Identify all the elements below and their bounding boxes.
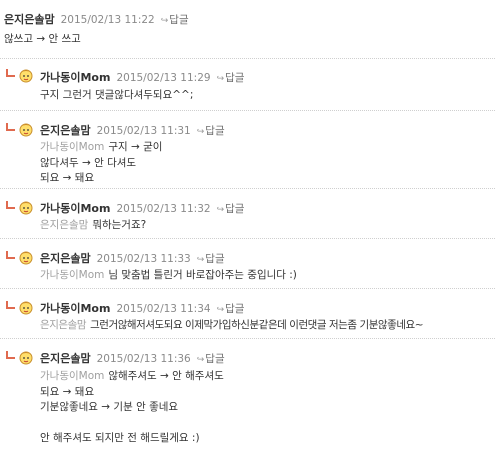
author-name[interactable]: 가나동이Mom xyxy=(40,202,110,215)
mention-tag[interactable]: 은지은솔맘 xyxy=(40,319,87,331)
author-name[interactable]: 은지은솔맘 xyxy=(40,124,91,137)
comment-header: 가나동이Mom 2015/02/13 11:29 ↪답글 xyxy=(40,70,244,86)
avatar-icon xyxy=(19,201,33,215)
author-name[interactable]: 은지은솔맘 xyxy=(4,13,55,26)
comment-body: 가나동이Mom 구지 → 굳이 않다셔두 → 안 다셔도 되요 → 돼요 xyxy=(40,141,163,184)
comment-date: 2015/02/13 11:31 xyxy=(96,125,191,137)
reply-button[interactable]: ↪답글 xyxy=(197,125,225,137)
mention-tag[interactable]: 가나동이Mom xyxy=(40,141,104,153)
comment-item: 가나동이Mom 2015/02/13 11:32 ↪답글 은지은솔맘 뭐하는거죠? xyxy=(0,188,495,238)
comment-date: 2015/02/13 11:34 xyxy=(116,303,211,315)
comment-item: 은지은솔맘 2015/02/13 11:31 ↪답글 가나동이Mom 구지 → 굳이 … xyxy=(0,110,495,188)
comment-item: 가나동이Mom 2015/02/13 11:29 ↪답글 구지 그런거 댓글않다셔두… xyxy=(0,58,495,110)
comment-header: 가나동이Mom 2015/02/13 11:32 ↪답글 xyxy=(40,201,244,217)
reply-button[interactable]: ↪답글 xyxy=(197,353,225,365)
mention-tag[interactable]: 가나동이Mom xyxy=(40,269,104,281)
comment-date: 2015/02/13 11:32 xyxy=(116,203,211,215)
comment-date: 2015/02/13 11:22 xyxy=(60,14,155,26)
reply-arrow-icon: ↪ xyxy=(216,74,225,84)
comment-body: 가나동이Mom 않해주셔도 → 안 해주셔도 되요 → 돼요 기분않좋네요 → 기… xyxy=(40,370,224,444)
reply-arrow-icon: ↪ xyxy=(216,305,225,315)
reply-indent-icon xyxy=(6,351,15,359)
reply-arrow-icon: ↪ xyxy=(196,127,205,137)
reply-arrow-icon: ↪ xyxy=(196,255,205,265)
comment-item: 은지은솔맘 2015/02/13 11:36 ↪답글 가나동이Mom 않해주셔도 → … xyxy=(0,338,495,463)
comment-item: 은지은솔맘 2015/02/13 11:22 ↪답글 않쓰고 → 안 쓰고 xyxy=(0,0,495,58)
reply-arrow-icon: ↪ xyxy=(196,355,205,365)
comment-item: 은지은솔맘 2015/02/13 11:33 ↪답글 가나동이Mom 님 맞춤법 틀린… xyxy=(0,238,495,288)
comment-header: 은지은솔맘 2015/02/13 11:31 ↪답글 xyxy=(40,123,225,139)
comment-header: 가나동이Mom 2015/02/13 11:34 ↪답글 xyxy=(40,301,244,317)
avatar-icon xyxy=(19,351,33,365)
comment-date: 2015/02/13 11:36 xyxy=(96,353,191,365)
reply-button[interactable]: ↪답글 xyxy=(217,203,245,215)
reply-indent-icon xyxy=(6,251,15,259)
reply-button[interactable]: ↪답글 xyxy=(197,253,225,265)
reply-arrow-icon: ↪ xyxy=(160,16,169,26)
avatar-icon xyxy=(19,301,33,315)
avatar-icon xyxy=(19,251,33,265)
comment-body: 가나동이Mom 님 맞춤법 틀린거 바로잡아주는 중입니다 :) xyxy=(40,269,297,281)
author-name[interactable]: 가나동이Mom xyxy=(40,302,110,315)
comment-thread: 은지은솔맘 2015/02/13 11:22 ↪답글 않쓰고 → 안 쓰고 가나동이… xyxy=(0,0,495,463)
comment-body: 은지은솔맘 뭐하는거죠? xyxy=(40,219,147,231)
comment-body: 구지 그런거 댓글않다셔두되요^^; xyxy=(40,89,194,101)
author-name[interactable]: 은지은솔맘 xyxy=(40,252,91,265)
reply-button[interactable]: ↪답글 xyxy=(217,303,245,315)
reply-indent-icon xyxy=(6,301,15,309)
reply-indent-icon xyxy=(6,123,15,131)
author-name[interactable]: 은지은솔맘 xyxy=(40,352,91,365)
reply-indent-icon xyxy=(6,69,15,77)
comment-header: 은지은솔맘 2015/02/13 11:36 ↪답글 xyxy=(40,351,225,367)
reply-button[interactable]: ↪답글 xyxy=(161,14,189,26)
comment-item: 가나동이Mom 2015/02/13 11:34 ↪답글 은지은솔맘 그런거않해저셔도… xyxy=(0,288,495,338)
comment-body: 않쓰고 → 안 쓰고 xyxy=(4,33,81,45)
avatar-icon xyxy=(19,69,33,83)
reply-button[interactable]: ↪답글 xyxy=(217,72,245,84)
reply-indent-icon xyxy=(6,201,15,209)
comment-header: 은지은솔맘 2015/02/13 11:22 ↪답글 xyxy=(4,12,189,28)
mention-tag[interactable]: 은지은솔맘 xyxy=(40,219,88,231)
comment-date: 2015/02/13 11:29 xyxy=(116,72,211,84)
reply-arrow-icon: ↪ xyxy=(216,205,225,215)
avatar-icon xyxy=(19,123,33,137)
mention-tag[interactable]: 가나동이Mom xyxy=(40,370,104,382)
comment-body: 은지은솔맘 그런거않해저셔도되요 이제막가입하신분같은데 이런댓글 저는좀 기분않… xyxy=(40,319,424,331)
comment-header: 은지은솔맘 2015/02/13 11:33 ↪답글 xyxy=(40,251,225,267)
author-name[interactable]: 가나동이Mom xyxy=(40,71,110,84)
comment-date: 2015/02/13 11:33 xyxy=(96,253,191,265)
